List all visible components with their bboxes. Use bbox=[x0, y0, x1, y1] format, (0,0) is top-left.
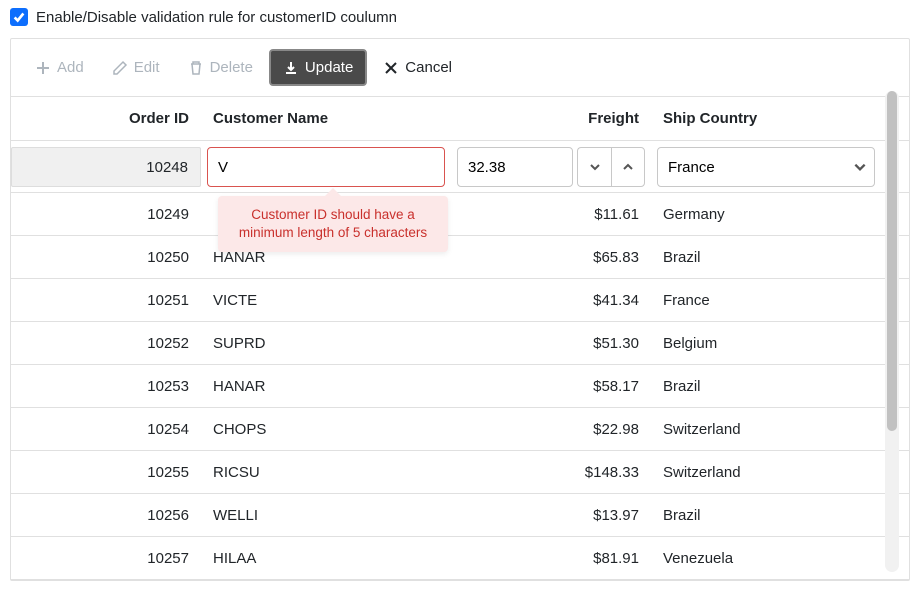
cell-customer: CHOPS bbox=[201, 411, 451, 448]
table-row[interactable]: 10254CHOPS$22.98Switzerland bbox=[11, 408, 909, 451]
enable-validation-checkbox[interactable] bbox=[10, 8, 28, 26]
cell-order-id: 10255 bbox=[11, 454, 201, 491]
cell-order-id: 10257 bbox=[11, 540, 201, 577]
col-order-id[interactable]: Order ID bbox=[11, 100, 201, 137]
edit-row: 10248 bbox=[11, 141, 909, 193]
cell-country: Brazil bbox=[651, 497, 881, 534]
add-label: Add bbox=[57, 59, 84, 76]
cell-customer: HILAA bbox=[201, 540, 451, 577]
cell-customer: RICSU bbox=[201, 454, 451, 491]
table-row[interactable]: 10255RICSU$148.33Switzerland bbox=[11, 451, 909, 494]
table-row[interactable]: 10253HANAR$58.17Brazil bbox=[11, 365, 909, 408]
cell-freight: $11.61 bbox=[451, 196, 651, 233]
delete-label: Delete bbox=[210, 59, 253, 76]
delete-button[interactable]: Delete bbox=[176, 51, 265, 84]
col-freight[interactable]: Freight bbox=[451, 100, 651, 137]
table-row[interactable]: 10251VICTE$41.34France bbox=[11, 279, 909, 322]
cell-freight: $13.97 bbox=[451, 497, 651, 534]
cell-freight: $58.17 bbox=[451, 368, 651, 405]
data-grid: Add Edit Delete Update Cancel Order ID C… bbox=[10, 38, 910, 581]
cell-country: Brazil bbox=[651, 368, 881, 405]
table-row[interactable]: 10257HILAA$81.91Venezuela bbox=[11, 537, 909, 580]
table-row[interactable]: 10249 $11.61Germany bbox=[11, 193, 909, 236]
add-button[interactable]: Add bbox=[23, 51, 96, 84]
update-button[interactable]: Update bbox=[269, 49, 367, 86]
table-row[interactable]: 10250HANAR$65.83Brazil bbox=[11, 236, 909, 279]
cell-country: Switzerland bbox=[651, 411, 881, 448]
cell-freight: $41.34 bbox=[451, 282, 651, 319]
cell-order-id: 10251 bbox=[11, 282, 201, 319]
edit-label: Edit bbox=[134, 59, 160, 76]
cell-country: Venezuela bbox=[651, 540, 881, 577]
checkbox-label: Enable/Disable validation rule for custo… bbox=[36, 9, 397, 26]
cell-country: Switzerland bbox=[651, 454, 881, 491]
cell-customer: SUPRD bbox=[201, 325, 451, 362]
cell-freight: $148.33 bbox=[451, 454, 651, 491]
cell-order-id: 10250 bbox=[11, 239, 201, 276]
grid-toolbar: Add Edit Delete Update Cancel bbox=[11, 39, 909, 97]
freight-input[interactable] bbox=[457, 147, 573, 187]
cell-freight: $65.83 bbox=[451, 239, 651, 276]
update-label: Update bbox=[305, 59, 353, 76]
cell-order-id: 10249 bbox=[11, 196, 201, 233]
cancel-label: Cancel bbox=[405, 59, 452, 76]
scrollbar-thumb[interactable] bbox=[887, 91, 897, 431]
cell-country: Germany bbox=[651, 196, 881, 233]
cell-order-id: 10254 bbox=[11, 411, 201, 448]
cell-country: Belgium bbox=[651, 325, 881, 362]
cell-freight: $81.91 bbox=[451, 540, 651, 577]
cell-order-id: 10252 bbox=[11, 325, 201, 362]
col-customer-name[interactable]: Customer Name bbox=[201, 100, 451, 137]
cell-freight: $51.30 bbox=[451, 325, 651, 362]
validation-tooltip: Customer ID should have a minimum length… bbox=[218, 196, 448, 252]
cell-order-id: 10256 bbox=[11, 497, 201, 534]
cell-customer: WELLI bbox=[201, 497, 451, 534]
edit-button[interactable]: Edit bbox=[100, 51, 172, 84]
table-row[interactable]: 10256WELLI$13.97Brazil bbox=[11, 494, 909, 537]
freight-increment[interactable] bbox=[611, 147, 645, 187]
cell-customer: VICTE bbox=[201, 282, 451, 319]
vertical-scrollbar[interactable] bbox=[885, 91, 899, 572]
cancel-button[interactable]: Cancel bbox=[371, 51, 464, 84]
orderid-cell: 10248 bbox=[11, 147, 201, 187]
table-header: Order ID Customer Name Freight Ship Coun… bbox=[11, 97, 909, 141]
col-ship-country[interactable]: Ship Country bbox=[651, 100, 881, 137]
customer-name-input[interactable] bbox=[207, 147, 445, 187]
cell-order-id: 10253 bbox=[11, 368, 201, 405]
validation-message: Customer ID should have a minimum length… bbox=[239, 207, 427, 240]
cell-country: Brazil bbox=[651, 239, 881, 276]
table-row[interactable]: 10252SUPRD$51.30Belgium bbox=[11, 322, 909, 365]
cell-freight: $22.98 bbox=[451, 411, 651, 448]
ship-country-select[interactable] bbox=[657, 147, 875, 187]
cell-customer: HANAR bbox=[201, 368, 451, 405]
orderid-value: 10248 bbox=[146, 159, 188, 176]
freight-decrement[interactable] bbox=[577, 147, 611, 187]
cell-country: France bbox=[651, 282, 881, 319]
